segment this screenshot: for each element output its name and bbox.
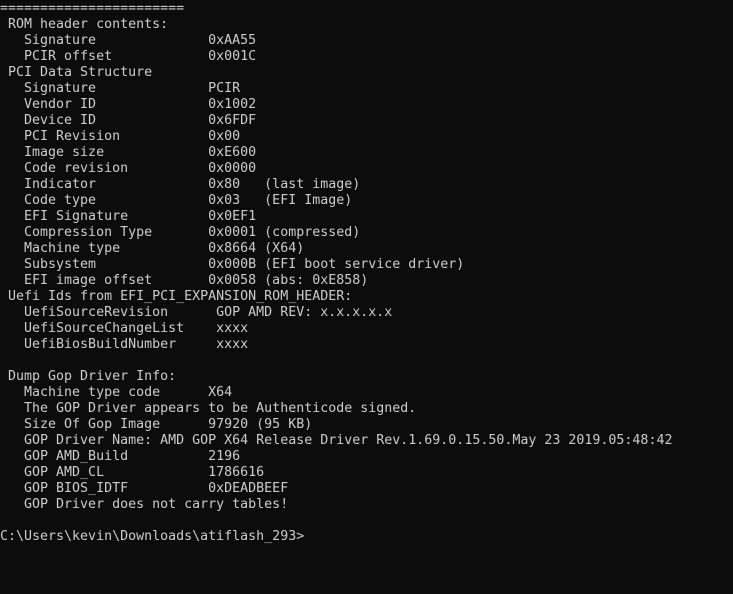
console-line: GOP BIOS_IDTF 0xDEADBEEF	[0, 481, 289, 496]
console-line: Dump Gop Driver Info:	[0, 369, 177, 384]
console-line: PCIR offset 0x001C	[0, 49, 257, 64]
console-line: Signature PCIR	[0, 81, 241, 96]
console-line: ROM header contents:	[0, 17, 169, 32]
console-line: EFI Signature 0x0EF1	[0, 209, 257, 224]
console-line: Uefi Ids from EFI_PCI_EXPANSION_ROM_HEAD…	[0, 289, 353, 304]
console-line: UefiSourceRevision GOP AMD REV: x.x.x.x.…	[0, 305, 393, 320]
terminal-console[interactable]: ======================= ROM header conte…	[0, 0, 733, 594]
console-line: =======================	[0, 1, 185, 16]
prompt-line[interactable]: C:\Users\kevin\Downloads\atiflash_293>	[0, 529, 733, 545]
console-line: GOP Driver Name: AMD GOP X64 Release Dri…	[0, 433, 673, 448]
console-line: PCI Revision 0x00	[0, 129, 241, 144]
console-line: Size Of Gop Image 97920 (95 KB)	[0, 417, 313, 432]
console-line: UefiBiosBuildNumber xxxx	[0, 337, 249, 352]
console-line: GOP AMD_CL 1786616	[0, 465, 265, 480]
console-line: PCI Data Structure	[0, 65, 153, 80]
console-line: EFI image offset 0x0058 (abs: 0xE858)	[0, 273, 369, 288]
console-line: Code revision 0x0000	[0, 161, 257, 176]
console-line: Machine type 0x8664 (X64)	[0, 241, 305, 256]
console-line: Vendor ID 0x1002	[0, 97, 257, 112]
console-line: Signature 0xAA55	[0, 33, 257, 48]
console-line: Machine type code X64	[0, 385, 233, 400]
console-line: Indicator 0x80 (last image)	[0, 177, 361, 192]
console-line: The GOP Driver appears to be Authenticod…	[0, 401, 417, 416]
console-line: Image size 0xE600	[0, 145, 257, 160]
console-line: GOP AMD_Build 2196	[0, 449, 241, 464]
console-line: GOP Driver does not carry tables!	[0, 497, 289, 512]
console-line: Device ID 0x6FDF	[0, 113, 257, 128]
console-line: Compression Type 0x0001 (compressed)	[0, 225, 361, 240]
console-line: Subsystem 0x000B (EFI boot service drive…	[0, 257, 465, 272]
console-line: Code type 0x03 (EFI Image)	[0, 193, 353, 208]
console-line: UefiSourceChangeList xxxx	[0, 321, 249, 336]
